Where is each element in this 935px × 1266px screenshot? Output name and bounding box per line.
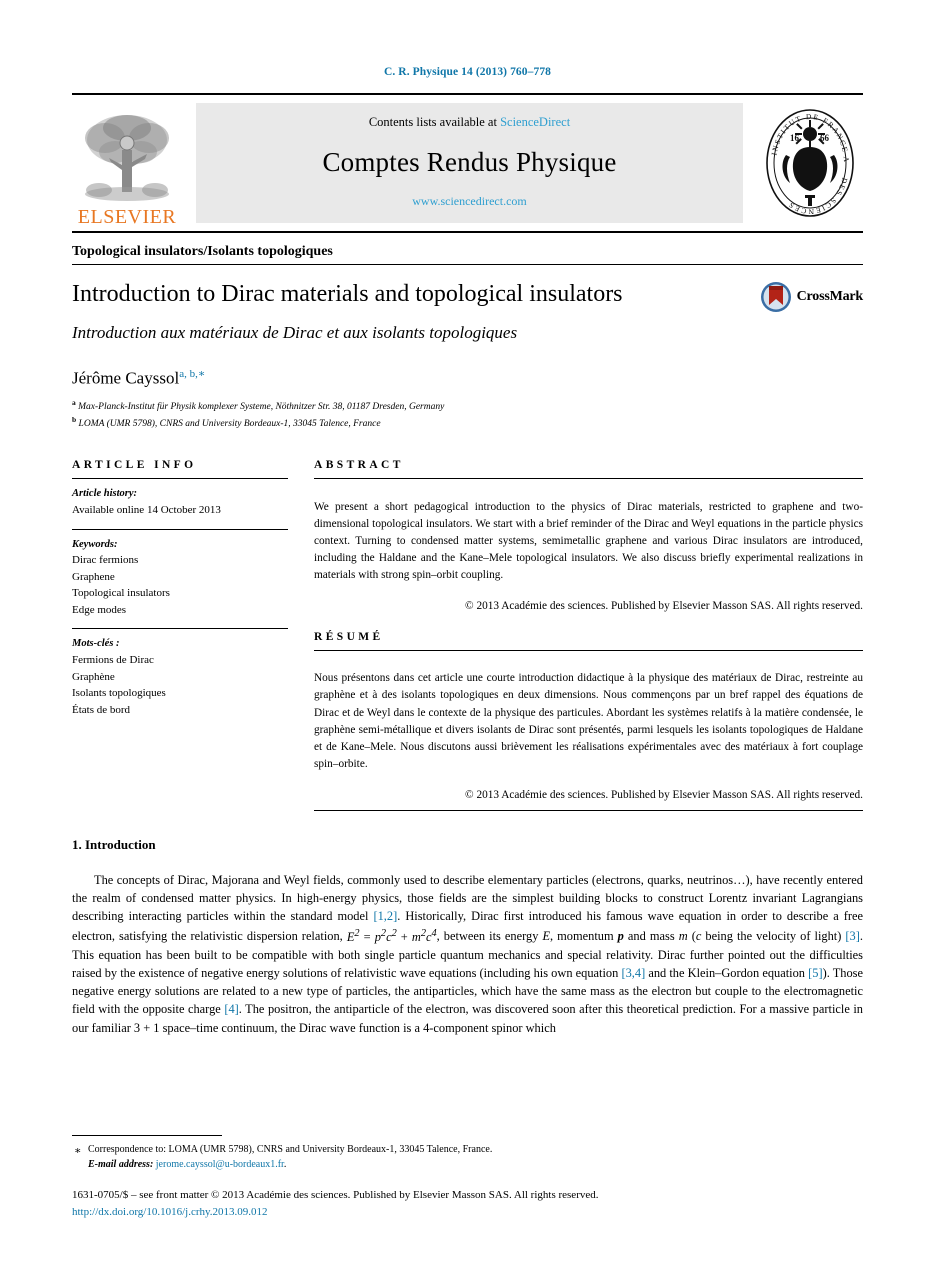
contents-available-line: Contents lists available at ScienceDirec… (369, 115, 570, 130)
email-link[interactable]: jerome.cayssol@u-bordeaux1.fr (156, 1159, 284, 1170)
section-heading-introduction: 1. Introduction (72, 836, 156, 852)
article-page: C. R. Physique 14 (2013) 760–778 ELSEVIE… (0, 0, 935, 1266)
affiliation-item: b LOMA (UMR 5798), CNRS and University B… (72, 415, 863, 432)
title-block: CrossMark Introduction to Dirac material… (72, 265, 863, 343)
body-text-run: , between its energy (436, 929, 543, 944)
page-title: Introduction to Dirac materials and topo… (72, 281, 623, 307)
journal-section-label: Topological insulators/Isolants topologi… (72, 244, 333, 259)
motscles-group: Mots-clés : Fermions de Dirac Graphène I… (72, 629, 288, 728)
introduction-section: 1. Introduction The concepts of Dirac, M… (72, 837, 863, 1037)
elsevier-tree-icon (85, 115, 169, 201)
svg-text:66: 66 (820, 133, 830, 143)
keyword-item: Graphene (72, 570, 115, 583)
correspondence-note: ∗ Correspondence to: LOMA (UMR 5798), CN… (72, 1142, 863, 1157)
affiliation-mark: a (72, 397, 76, 407)
affiliation-mark: b (72, 414, 77, 424)
email-trailing: . (283, 1159, 287, 1170)
body-text-run: and mass (623, 929, 679, 944)
keyword-item: Dirac fermions (72, 554, 139, 567)
divider (314, 809, 863, 811)
abstract-column: ABSTRACT We present a short pedagogical … (314, 459, 863, 811)
issn-copyright-line: 1631-0705/$ – see front matter © 2013 Ac… (72, 1189, 599, 1201)
symbol-energy: E (542, 929, 551, 944)
article-info-heading: ARTICLE INFO (72, 459, 197, 472)
motcle-item: Graphène (72, 670, 115, 683)
masthead-center: Contents lists available at ScienceDirec… (196, 103, 743, 223)
info-abstract-area: ARTICLE INFO Article history: Available … (72, 459, 863, 811)
email-label: E-mail address: (88, 1159, 154, 1170)
affiliation-text: LOMA (UMR 5798), CNRS and University Bor… (78, 418, 381, 429)
keywords-group: Keywords: Dirac fermions Graphene Topolo… (72, 530, 288, 629)
citation-ref[interactable]: [1,2] (373, 909, 397, 923)
crossmark-label: CrossMark (796, 289, 864, 304)
page-title-french: Introduction aux matériaux de Dirac et a… (72, 322, 518, 342)
symbol-mass: m (678, 929, 688, 944)
keywords-label: Keywords: (72, 538, 118, 550)
footnote-rule (72, 1135, 222, 1136)
article-history-group: Article history: Available online 14 Oct… (72, 479, 288, 528)
resume-text: Nous présentons dans cet article une cou… (314, 672, 863, 771)
doi-link[interactable]: http://dx.doi.org/10.1016/j.crhy.2013.09… (72, 1204, 863, 1221)
affiliation-item: a Max-Planck-Institut für Physik komplex… (72, 398, 863, 415)
article-history-value: Available online 14 October 2013 (72, 504, 221, 517)
citation-ref[interactable]: [5] (808, 966, 822, 980)
journal-masthead: ELSEVIER Contents lists available at Sci… (72, 93, 863, 233)
inline-equation: E2 = p2c2 + m2c4 (346, 927, 437, 944)
abstract-copyright: © 2013 Académie des sciences. Published … (465, 599, 863, 612)
author-correspondence-mark[interactable]: ∗ (198, 368, 205, 380)
academy-seal-icon: 16 66 INSTITUT DE FRANCE ACADÉMIE DES SC… (764, 107, 854, 217)
journal-section-bar: Topological insulators/Isolants topologi… (72, 233, 863, 265)
article-history-label: Article history: (72, 488, 138, 500)
page-footer: ∗ Correspondence to: LOMA (UMR 5798), CN… (72, 1135, 863, 1220)
citation-ref[interactable]: [3] (845, 930, 859, 944)
article-info-column: ARTICLE INFO Article history: Available … (72, 459, 288, 810)
citation-ref[interactable]: [3,4] (621, 966, 645, 980)
citation-ref[interactable]: [4] (224, 1002, 238, 1016)
resume-heading: RÉSUMÉ (314, 631, 384, 644)
crossmark-icon (760, 282, 791, 312)
author-name: Jérôme Cayssol (72, 368, 180, 388)
running-head: C. R. Physique 14 (2013) 760–778 (383, 66, 552, 78)
journal-title: Comptes Rendus Physique (322, 146, 617, 177)
abstract-text: We present a short pedagogical introduct… (314, 500, 863, 582)
author-line: Jérôme Cayssola, b,∗ (72, 367, 863, 389)
keyword-item: Edge modes (72, 603, 127, 616)
motcle-item: États de bord (72, 703, 131, 716)
contents-prefix: Contents lists available at (368, 115, 501, 129)
sciencedirect-link[interactable]: ScienceDirect (500, 115, 570, 129)
author-affiliation-marks[interactable]: a, b, (179, 368, 198, 380)
divider (314, 650, 863, 652)
keyword-item: Topological insulators (72, 587, 170, 600)
academie-des-sciences-seal: 16 66 INSTITUT DE FRANCE ACADÉMIE DES SC… (757, 95, 863, 231)
crossmark-badge[interactable]: CrossMark (760, 281, 863, 313)
elsevier-logo: ELSEVIER (72, 95, 182, 231)
sciencedirect-url[interactable]: www.sciencedirect.com (412, 194, 527, 209)
body-text-run: and the Klein–Gordon equation (645, 966, 809, 980)
affiliation-text: Max-Planck-Institut für Physik komplexer… (78, 401, 445, 412)
body-text-run: ( (687, 929, 696, 944)
motcle-item: Isolants topologiques (72, 687, 166, 700)
motcle-item: Fermions de Dirac (72, 654, 154, 667)
motscles-label: Mots-clés : (72, 638, 120, 650)
abstract-heading: ABSTRACT (314, 459, 404, 472)
email-note: E-mail address: jerome.cayssol@u-bordeau… (72, 1157, 863, 1172)
correspondence-text: Correspondence to: LOMA (UMR 5798), CNRS… (88, 1144, 493, 1155)
svg-text:16: 16 (790, 133, 800, 143)
body-text-run: , momentum (550, 929, 618, 944)
body-text-run: being the velocity of light) (701, 929, 846, 944)
affiliation-list: a Max-Planck-Institut für Physik komplex… (72, 398, 863, 432)
divider (314, 478, 863, 480)
elsevier-wordmark: ELSEVIER (77, 206, 177, 228)
introduction-paragraph: The concepts of Dirac, Majorana and Weyl… (72, 871, 863, 1037)
resume-copyright: © 2013 Académie des sciences. Published … (465, 788, 863, 801)
